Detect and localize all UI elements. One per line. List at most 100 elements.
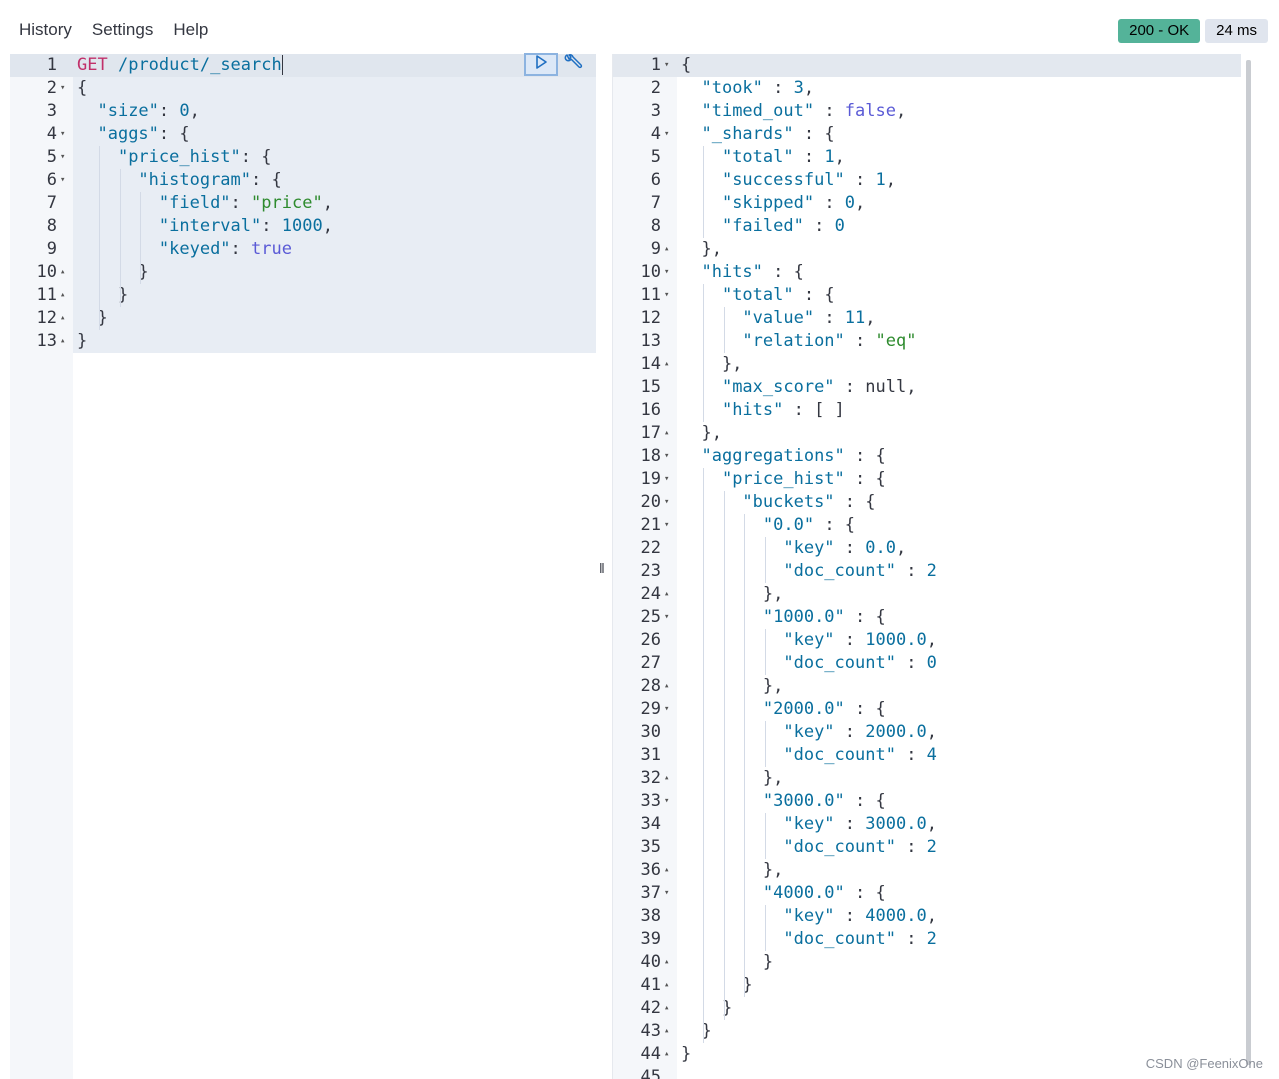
token-punc: : bbox=[844, 331, 876, 351]
fold-expand-icon[interactable]: ▴ bbox=[664, 951, 669, 974]
fold-collapse-icon[interactable]: ▾ bbox=[664, 491, 669, 514]
response-scrollbar[interactable] bbox=[1246, 60, 1251, 1065]
token-punc bbox=[77, 239, 159, 259]
token-key: "price_hist" bbox=[117, 147, 241, 167]
fold-collapse-icon[interactable]: ▾ bbox=[664, 468, 669, 491]
fold-expand-icon[interactable]: ▴ bbox=[664, 997, 669, 1020]
token-punc: } bbox=[77, 308, 108, 328]
fold-expand-icon[interactable]: ▴ bbox=[60, 307, 65, 330]
code-text: "4000.0" : { bbox=[681, 882, 886, 905]
code-text: "3000.0" : { bbox=[681, 790, 886, 813]
token-key: "took" bbox=[701, 78, 763, 98]
fold-expand-icon[interactable]: ▴ bbox=[664, 1043, 669, 1066]
response-line: 26 "key" : 1000.0, bbox=[613, 629, 1279, 652]
fold-expand-icon[interactable]: ▴ bbox=[664, 422, 669, 445]
response-line: 42 ▴ } bbox=[613, 997, 1279, 1020]
fold-collapse-icon[interactable]: ▾ bbox=[60, 77, 65, 100]
token-str: "eq" bbox=[875, 331, 917, 351]
line-number: 41 bbox=[640, 975, 661, 995]
response-line: 25 ▾ "1000.0" : { bbox=[613, 606, 1279, 629]
fold-expand-icon[interactable]: ▴ bbox=[664, 1020, 669, 1043]
fold-expand-icon[interactable]: ▴ bbox=[664, 974, 669, 997]
token-key: "price_hist" bbox=[721, 469, 845, 489]
fold-expand-icon[interactable]: ▴ bbox=[60, 261, 65, 284]
code-text: }, bbox=[681, 422, 721, 445]
token-key: "key" bbox=[783, 906, 835, 926]
token-punc: }, bbox=[681, 860, 784, 880]
token-punc bbox=[681, 653, 783, 673]
token-num: 2000.0 bbox=[865, 722, 927, 742]
response-viewer[interactable]: 1 ▾{2 "took" : 3, 3 "timed_out" : false, 4 ▾… bbox=[612, 54, 1279, 1079]
fold-collapse-icon[interactable]: ▾ bbox=[60, 169, 65, 192]
token-punc bbox=[681, 193, 722, 213]
request-line: 1 GET /product/_search bbox=[10, 54, 596, 77]
token-punc: } bbox=[681, 1021, 712, 1041]
token-key: "_shards" bbox=[701, 124, 794, 144]
response-line: 43 ▴ } bbox=[613, 1020, 1279, 1043]
fold-collapse-icon[interactable]: ▾ bbox=[664, 606, 669, 629]
menu-history[interactable]: History bbox=[19, 20, 72, 40]
code-text: "key" : 3000.0, bbox=[681, 813, 937, 836]
token-punc bbox=[681, 630, 783, 650]
token-key: "doc_count" bbox=[783, 837, 896, 857]
fold-collapse-icon[interactable]: ▾ bbox=[664, 54, 669, 77]
token-punc bbox=[681, 515, 763, 535]
run-request-button[interactable] bbox=[524, 53, 558, 76]
line-number: 18 bbox=[640, 446, 661, 466]
fold-expand-icon[interactable]: ▴ bbox=[664, 583, 669, 606]
request-line: 9 "keyed": true bbox=[10, 238, 596, 261]
line-number: 2 bbox=[650, 78, 661, 98]
line-number: 28 bbox=[640, 676, 661, 696]
token-num: 2 bbox=[926, 837, 937, 857]
token-bool: true bbox=[251, 239, 292, 259]
token-punc: : bbox=[895, 929, 927, 949]
response-line: 39 "doc_count" : 2 bbox=[613, 928, 1279, 951]
fold-expand-icon[interactable]: ▴ bbox=[664, 353, 669, 376]
fold-collapse-icon[interactable]: ▾ bbox=[664, 261, 669, 284]
fold-collapse-icon[interactable]: ▾ bbox=[664, 514, 669, 537]
fold-expand-icon[interactable]: ▴ bbox=[60, 284, 65, 307]
fold-expand-icon[interactable]: ▴ bbox=[60, 330, 65, 353]
line-number: 27 bbox=[640, 653, 661, 673]
line-number: 26 bbox=[640, 630, 661, 650]
response-line: 31 "doc_count" : 4 bbox=[613, 744, 1279, 767]
token-punc: : bbox=[895, 561, 927, 581]
fold-collapse-icon[interactable]: ▾ bbox=[664, 123, 669, 146]
code-text: } bbox=[77, 330, 87, 353]
request-editor[interactable]: 1 GET /product/_search 2 ▾{3 "size": 0, 4 ▾ "… bbox=[10, 54, 596, 1079]
line-number: 21 bbox=[640, 515, 661, 535]
code-text: "1000.0" : { bbox=[681, 606, 886, 629]
fold-expand-icon[interactable]: ▴ bbox=[664, 859, 669, 882]
request-settings-button[interactable] bbox=[562, 54, 584, 76]
fold-collapse-icon[interactable]: ▾ bbox=[664, 882, 669, 905]
token-punc bbox=[681, 285, 722, 305]
fold-collapse-icon[interactable]: ▾ bbox=[664, 790, 669, 813]
response-line: 8 "failed" : 0 bbox=[613, 215, 1279, 238]
token-punc: : { bbox=[793, 285, 835, 305]
fold-collapse-icon[interactable]: ▾ bbox=[664, 445, 669, 468]
token-path: /product/_search bbox=[117, 55, 282, 75]
fold-collapse-icon[interactable]: ▾ bbox=[60, 146, 65, 169]
token-punc: : bbox=[803, 216, 835, 236]
line-number: 40 bbox=[640, 952, 661, 972]
fold-collapse-icon[interactable]: ▾ bbox=[664, 284, 669, 307]
indent-guide bbox=[764, 905, 766, 951]
token-punc: : bbox=[895, 837, 927, 857]
menu-settings[interactable]: Settings bbox=[92, 20, 153, 40]
fold-expand-icon[interactable]: ▴ bbox=[664, 767, 669, 790]
fold-expand-icon[interactable]: ▴ bbox=[664, 238, 669, 261]
code-text: GET /product/_search bbox=[77, 54, 283, 77]
fold-expand-icon[interactable]: ▴ bbox=[664, 675, 669, 698]
token-key: "histogram" bbox=[138, 170, 252, 190]
fold-collapse-icon[interactable]: ▾ bbox=[60, 123, 65, 146]
indent-guide bbox=[723, 491, 725, 1020]
code-text: "aggs": { bbox=[77, 123, 189, 146]
line-number: 33 bbox=[640, 791, 661, 811]
token-punc bbox=[681, 78, 701, 98]
pane-divider[interactable]: ‖ bbox=[599, 560, 605, 576]
menu-help[interactable]: Help bbox=[173, 20, 208, 40]
response-line: 27 "doc_count" : 0 bbox=[613, 652, 1279, 675]
resize-handle-icon: ‖ bbox=[599, 560, 605, 576]
fold-collapse-icon[interactable]: ▾ bbox=[664, 698, 669, 721]
code-text: "timed_out" : false, bbox=[681, 100, 906, 123]
